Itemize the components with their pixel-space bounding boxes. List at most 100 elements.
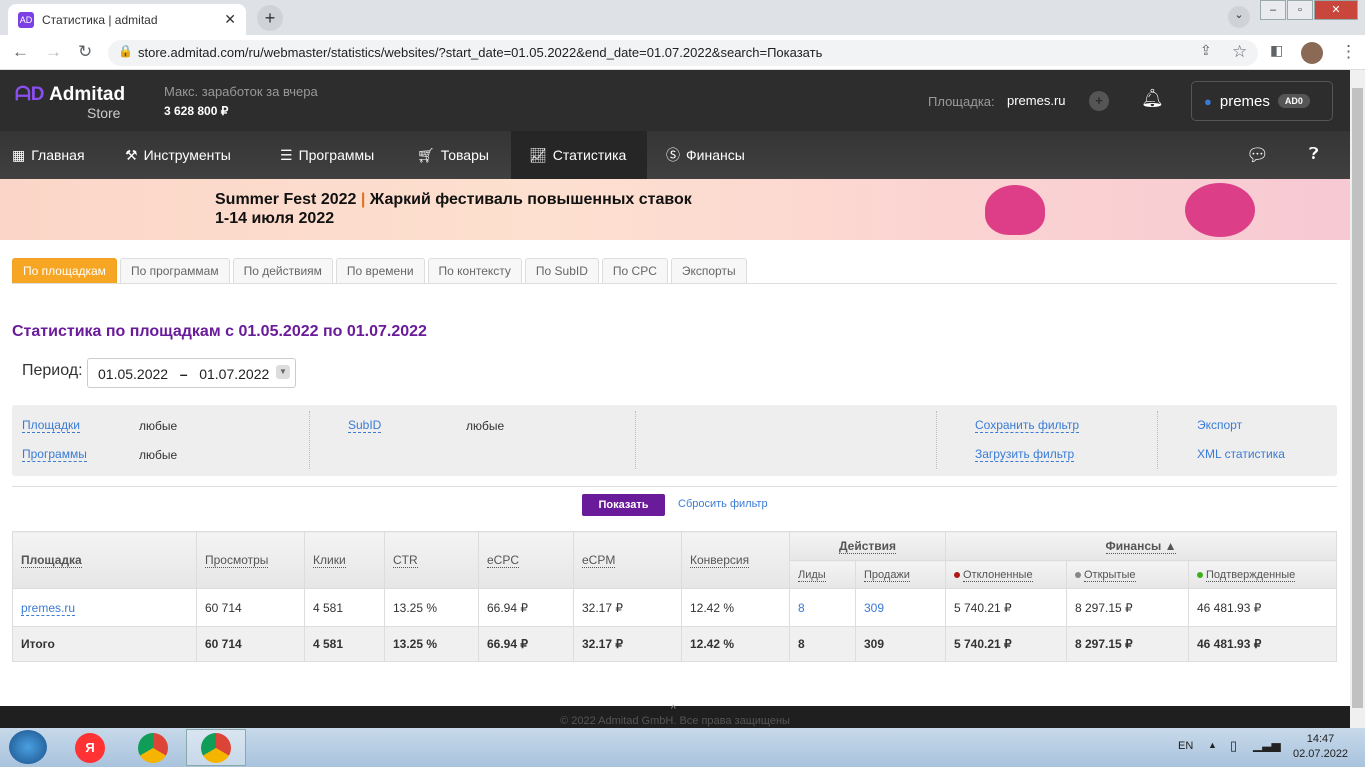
filter-panel: Площадки любые Программы любые SubID люб…: [12, 405, 1337, 476]
leaf-decoration: [985, 185, 1045, 235]
nav-tools[interactable]: ⚒ Инструменты: [125, 131, 231, 179]
url-input[interactable]: store.admitad.com/ru/webmaster/statistic…: [108, 40, 1258, 66]
table-row: premes.ru 60 714 4 581 13.25 % 66.94 ₽ 3…: [12, 588, 1337, 627]
filter-programs-link[interactable]: Программы: [22, 447, 87, 462]
sales-link[interactable]: 309: [864, 601, 884, 615]
promo-banner[interactable]: Summer Fest 2022 | Жаркий фестиваль повы…: [0, 179, 1350, 240]
username: premes: [1219, 92, 1270, 110]
signal-icon[interactable]: ▁▃▅: [1253, 738, 1281, 752]
scroll-top-icon[interactable]: ^: [671, 704, 676, 715]
col-site[interactable]: Площадка: [12, 531, 197, 589]
filter-subid-link[interactable]: SubID: [348, 418, 382, 433]
reset-filter-link[interactable]: Сбросить фильтр: [678, 498, 768, 510]
bell-icon[interactable]: 🔔︎: [1141, 88, 1164, 109]
page-title: Статистика по площадкам с 01.05.2022 по …: [12, 323, 427, 340]
maximize-button[interactable]: ▫: [1287, 0, 1313, 20]
period-label: Период:: [22, 362, 83, 379]
divider: [12, 486, 1337, 487]
col-actions[interactable]: Действия: [789, 531, 946, 561]
user-icon: ●: [1204, 93, 1212, 109]
tab-exports[interactable]: Экспорты: [670, 258, 747, 283]
chrome-active-taskbar-button[interactable]: [186, 729, 246, 766]
main-nav: ▦ Главная ⚒ Инструменты ☰ Программы 🛒︎ Товар…: [0, 131, 1350, 179]
start-button[interactable]: [9, 730, 47, 764]
nav-finance[interactable]: Ⓢ Финансы: [666, 131, 745, 179]
leaf-decoration: [1185, 183, 1255, 237]
dollar-icon: Ⓢ: [666, 147, 680, 163]
tab-by-subid[interactable]: По SubID: [524, 258, 599, 283]
stats-table: Площадка Просмотры Клики CTR eCPC eCPM К…: [12, 531, 1337, 662]
tab-by-sites[interactable]: По площадкам: [12, 258, 117, 283]
export-link[interactable]: Экспорт: [1197, 418, 1242, 432]
xml-stats-link[interactable]: XML статистика: [1197, 447, 1285, 461]
lock-icon[interactable]: 🔒: [118, 44, 133, 58]
divider: [12, 283, 1337, 284]
save-filter-link[interactable]: Сохранить фильтр: [975, 418, 1080, 433]
help-icon[interactable]: ❓︎: [1309, 131, 1319, 179]
tab-by-actions[interactable]: По действиям: [232, 258, 333, 283]
show-button[interactable]: Показать: [582, 494, 665, 516]
nav-statistics[interactable]: 📈︎ Статистика: [511, 131, 647, 179]
filter-sites-link[interactable]: Площадки: [22, 418, 80, 433]
site-selector[interactable]: premes.ru: [1007, 93, 1066, 108]
clock[interactable]: 14:47 02.07.2022: [1293, 733, 1348, 760]
col-conversion[interactable]: Конверсия: [681, 531, 790, 589]
red-dot-icon: [954, 571, 960, 578]
load-filter-link[interactable]: Загрузить фильтр: [975, 447, 1075, 462]
chat-icon[interactable]: 💬︎: [1246, 131, 1269, 179]
col-confirmed[interactable]: Подтвержденные: [1188, 560, 1337, 589]
total-row: Итого 60 714 4 581 13.25 % 66.94 ₽ 32.17…: [12, 626, 1337, 662]
tab-by-context[interactable]: По контексту: [427, 258, 522, 283]
add-site-icon[interactable]: +: [1089, 91, 1109, 111]
admitad-logo[interactable]: ᗩD Admitad: [15, 84, 125, 106]
col-leads[interactable]: Лиды: [789, 560, 856, 589]
close-tab-icon[interactable]: ✕: [224, 11, 236, 28]
back-icon[interactable]: ←: [12, 42, 29, 62]
nav-home[interactable]: ▦ Главная: [12, 131, 85, 179]
green-dot-icon: [1197, 571, 1203, 578]
col-open[interactable]: Открытые: [1066, 560, 1189, 589]
minimize-button[interactable]: –: [1260, 0, 1286, 20]
period-picker[interactable]: 01.05.2022 – 01.07.2022 ▼: [87, 358, 296, 388]
filter-programs-value: любые: [139, 448, 178, 462]
nav-products[interactable]: 🛒︎ Товары: [417, 131, 489, 179]
col-views[interactable]: Просмотры: [196, 531, 305, 589]
forward-icon[interactable]: →: [45, 42, 62, 62]
power-icon[interactable]: ▯: [1230, 738, 1237, 754]
language-indicator[interactable]: EN: [1178, 740, 1193, 752]
col-clicks[interactable]: Клики: [304, 531, 385, 589]
reload-icon[interactable]: ↻: [78, 42, 92, 62]
tab-by-time[interactable]: По времени: [335, 258, 425, 283]
col-ecpm[interactable]: eCPM: [573, 531, 682, 589]
max-earnings-value: 3 628 800 ₽: [164, 104, 229, 118]
bookmark-star-icon[interactable]: ☆: [1232, 42, 1247, 62]
col-sales[interactable]: Продажи: [855, 560, 946, 589]
nav-programs[interactable]: ☰ Программы: [280, 131, 374, 179]
col-finance[interactable]: Финансы ▲: [945, 531, 1337, 561]
leads-link[interactable]: 8: [798, 601, 805, 615]
user-badge: AD0: [1277, 94, 1310, 108]
col-rejected[interactable]: Отклоненные: [945, 560, 1067, 589]
tab-search-icon[interactable]: ⌄: [1228, 6, 1250, 28]
close-window-button[interactable]: ✕: [1314, 0, 1358, 20]
chrome-icon[interactable]: [138, 733, 168, 763]
gray-dot-icon: [1075, 571, 1081, 578]
profile-avatar[interactable]: [1301, 42, 1323, 64]
browser-tab[interactable]: AD Статистика | admitad ✕: [8, 4, 246, 35]
tab-by-programs[interactable]: По программам: [119, 258, 230, 283]
tab-by-cpc[interactable]: По CPC: [601, 258, 668, 283]
yandex-browser-icon[interactable]: Я: [75, 733, 105, 763]
tray-expand-icon[interactable]: ▲: [1208, 740, 1217, 750]
side-panel-icon[interactable]: ◧: [1270, 42, 1283, 59]
col-ecpc[interactable]: eCPC: [478, 531, 574, 589]
menu-icon[interactable]: ⋮: [1340, 42, 1357, 62]
dropdown-icon[interactable]: ▼: [276, 365, 290, 379]
user-menu[interactable]: ● premes AD0: [1191, 81, 1333, 121]
col-ctr[interactable]: CTR: [384, 531, 479, 589]
new-tab-button[interactable]: +: [257, 5, 283, 31]
share-icon[interactable]: ⇪: [1200, 42, 1212, 59]
logo-subtitle: Store: [87, 105, 121, 121]
site-link[interactable]: premes.ru: [21, 600, 76, 616]
stats-tabs: По площадкам По программам По действиям …: [12, 258, 747, 283]
scrollbar-thumb[interactable]: [1352, 88, 1363, 708]
